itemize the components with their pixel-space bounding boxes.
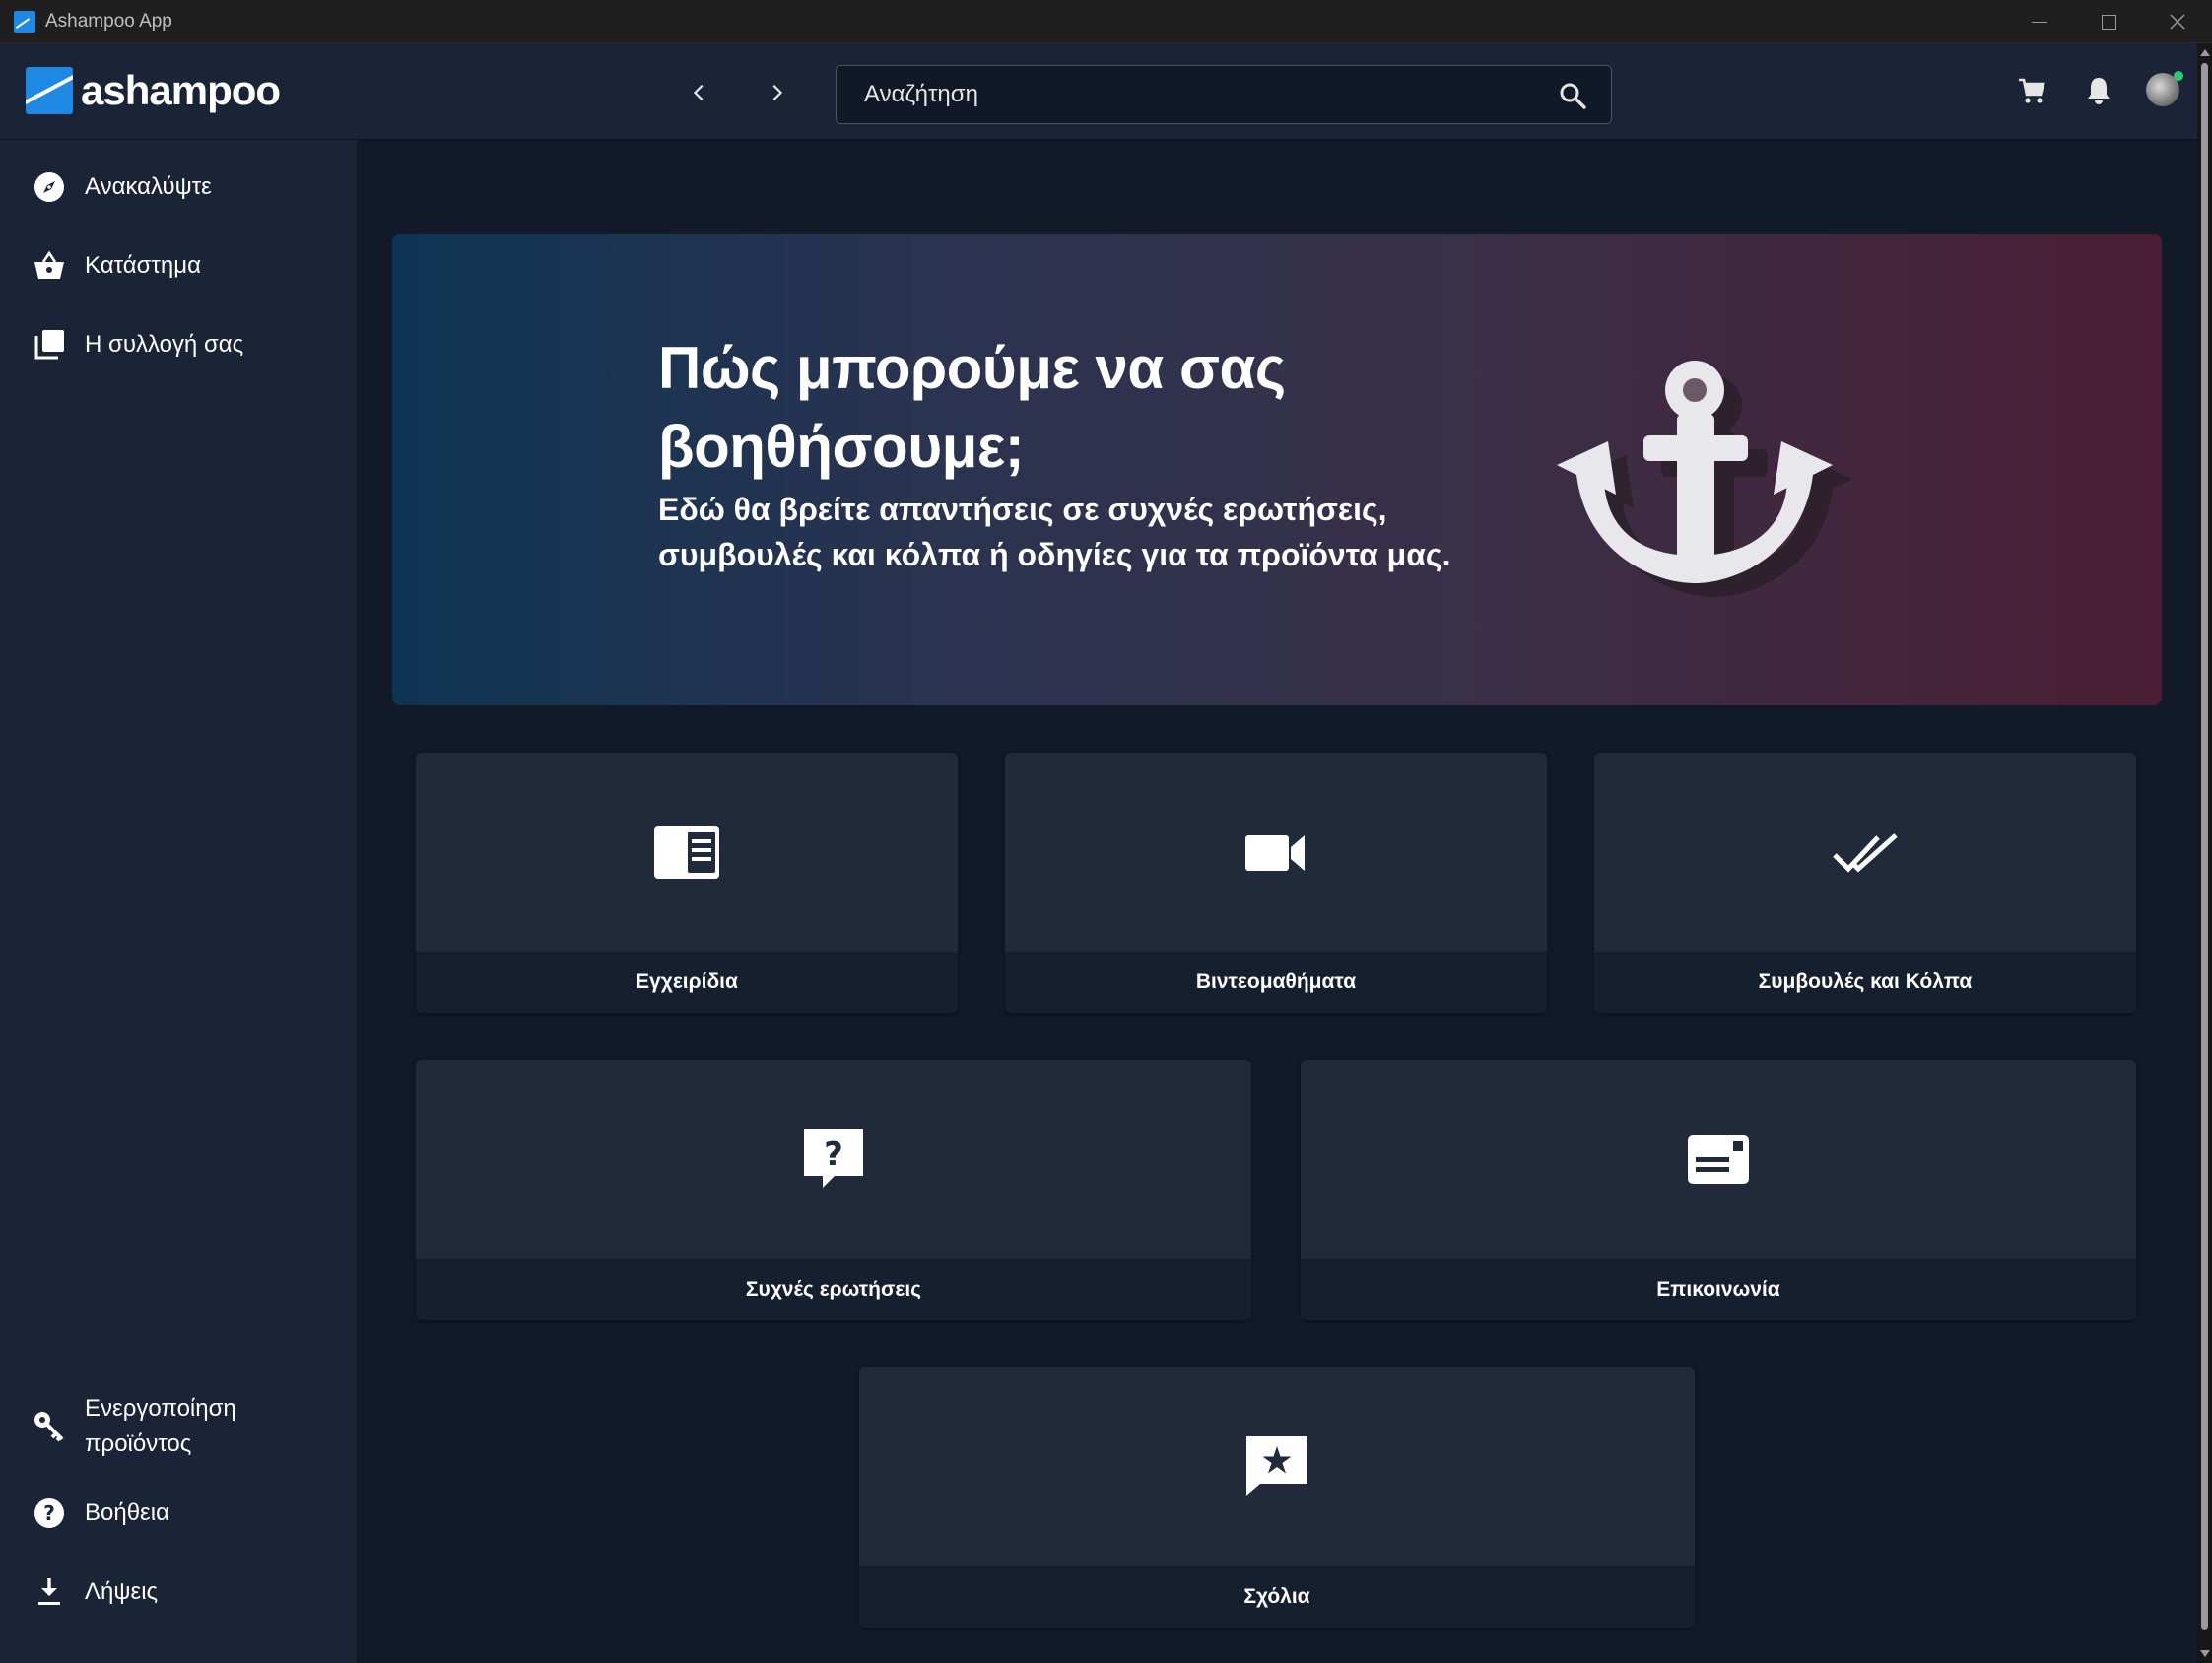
sidebar-item-activation[interactable]: Ενεργοποίηση προϊόντος bbox=[0, 1391, 357, 1462]
collection-icon bbox=[32, 327, 67, 363]
sidebar-item-label: Ενεργοποίηση προϊόντος bbox=[85, 1395, 236, 1457]
search-input[interactable]: Αναζήτηση bbox=[836, 65, 1612, 124]
contact-card-icon bbox=[1688, 1135, 1749, 1184]
card-label: Σχόλια bbox=[1243, 1585, 1310, 1608]
search-placeholder: Αναζήτηση bbox=[864, 81, 978, 107]
sidebar-item-collection[interactable]: Η συλλογή σας bbox=[0, 327, 357, 363]
card-contact[interactable]: Επικοινωνία bbox=[1301, 1060, 2136, 1320]
sidebar-item-label: Ανακαλύψτε bbox=[85, 173, 212, 200]
avatar[interactable] bbox=[2146, 71, 2183, 106]
close-icon bbox=[2170, 14, 2185, 30]
online-status-dot bbox=[2174, 71, 2183, 81]
download-icon bbox=[32, 1574, 67, 1610]
sidebar-item-label: Κατάστημα bbox=[85, 252, 201, 279]
hero-subtitle: Εδώ θα βρείτε απαντήσεις σε συχνές ερωτή… bbox=[658, 492, 1451, 572]
chevron-right-icon bbox=[772, 84, 783, 101]
sidebar-item-label: Η συλλογή σας bbox=[85, 331, 244, 358]
card-feedback[interactable]: Σχόλια bbox=[859, 1367, 1695, 1628]
sidebar-item-help[interactable]: ? Βοήθεια bbox=[0, 1496, 357, 1531]
help-hero-banner: Πώς μπορούμε να σας βοηθήσουμε; Εδώ θα β… bbox=[392, 234, 2162, 705]
sidebar-item-label: Βοήθεια bbox=[85, 1499, 169, 1526]
sidebar-item-store[interactable]: Κατάστημα bbox=[0, 248, 357, 284]
card-label: Επικοινωνία bbox=[1656, 1278, 1780, 1300]
maximize-button[interactable] bbox=[2074, 0, 2143, 43]
app-header: ashampoo Αναζήτηση bbox=[0, 43, 2197, 140]
manual-icon bbox=[654, 826, 719, 879]
sidebar: Ανακαλύψτε Κατάστημα Η συλλογή σας Ενεργ… bbox=[0, 140, 357, 1663]
cart-icon bbox=[2019, 78, 2045, 103]
hero-title: Πώς μπορούμε να σας βοηθήσουμε; bbox=[658, 335, 1286, 480]
window-title: Ashampoo App bbox=[45, 10, 172, 32]
scroll-thumb[interactable] bbox=[2201, 63, 2208, 1630]
help-icon: ? bbox=[32, 1496, 67, 1531]
logo-text: ashampoo bbox=[81, 67, 281, 113]
card-label: Συμβουλές και Κόλπα bbox=[1758, 970, 1973, 993]
forward-button[interactable] bbox=[757, 73, 796, 112]
ashampoo-logo[interactable]: ashampoo bbox=[26, 67, 281, 114]
app-icon bbox=[14, 10, 35, 33]
maximize-icon bbox=[2101, 14, 2116, 30]
compass-icon bbox=[32, 169, 67, 205]
scroll-down-icon[interactable] bbox=[2200, 1650, 2210, 1657]
card-label: Βιντεομαθήματα bbox=[1195, 970, 1357, 993]
close-button[interactable] bbox=[2143, 0, 2212, 43]
svg-text:?: ? bbox=[824, 1135, 843, 1174]
question-bubble-icon: ? bbox=[804, 1129, 863, 1188]
video-camera-icon bbox=[1245, 835, 1305, 871]
card-video-tutorials[interactable]: Βιντεομαθήματα bbox=[1005, 753, 1547, 1013]
search-icon[interactable] bbox=[1558, 81, 1587, 110]
chevron-left-icon bbox=[693, 84, 704, 101]
card-tips-tricks[interactable]: Συμβουλές και Κόλπα bbox=[1594, 753, 2136, 1013]
sidebar-item-discover[interactable]: Ανακαλύψτε bbox=[0, 169, 357, 205]
double-check-icon bbox=[1833, 833, 1898, 873]
scroll-up-icon[interactable] bbox=[2200, 49, 2210, 56]
back-button[interactable] bbox=[680, 73, 719, 112]
bell-icon bbox=[2088, 78, 2110, 104]
card-label: Συχνές ερωτήσεις bbox=[745, 1278, 922, 1300]
svg-text:?: ? bbox=[43, 1501, 55, 1525]
basket-icon bbox=[32, 248, 67, 284]
minimize-button[interactable] bbox=[2005, 0, 2074, 43]
cart-button[interactable] bbox=[2012, 71, 2051, 110]
window-controls bbox=[2005, 0, 2212, 43]
vertical-scrollbar[interactable] bbox=[2197, 43, 2212, 1663]
card-faq[interactable]: ? Συχνές ερωτήσεις bbox=[416, 1060, 1251, 1320]
logo-mark-icon bbox=[26, 67, 73, 114]
minimize-icon bbox=[2032, 21, 2047, 23]
card-label: Εγχειρίδια bbox=[636, 970, 738, 993]
app-window: Ashampoo App ashampoo Αναζήτηση Ανακαλύψ… bbox=[0, 0, 2212, 1663]
title-bar: Ashampoo App bbox=[0, 0, 2212, 43]
feedback-star-icon bbox=[1246, 1436, 1307, 1496]
anchor-icon bbox=[1557, 361, 1850, 597]
key-icon bbox=[32, 1409, 67, 1444]
card-manuals[interactable]: Εγχειρίδια bbox=[416, 753, 958, 1013]
notifications-button[interactable] bbox=[2079, 71, 2118, 110]
sidebar-item-downloads[interactable]: Λήψεις bbox=[0, 1574, 357, 1610]
sidebar-item-label: Λήψεις bbox=[85, 1578, 159, 1605]
main-content: Πώς μπορούμε να σας βοηθήσουμε; Εδώ θα β… bbox=[357, 140, 2197, 1663]
